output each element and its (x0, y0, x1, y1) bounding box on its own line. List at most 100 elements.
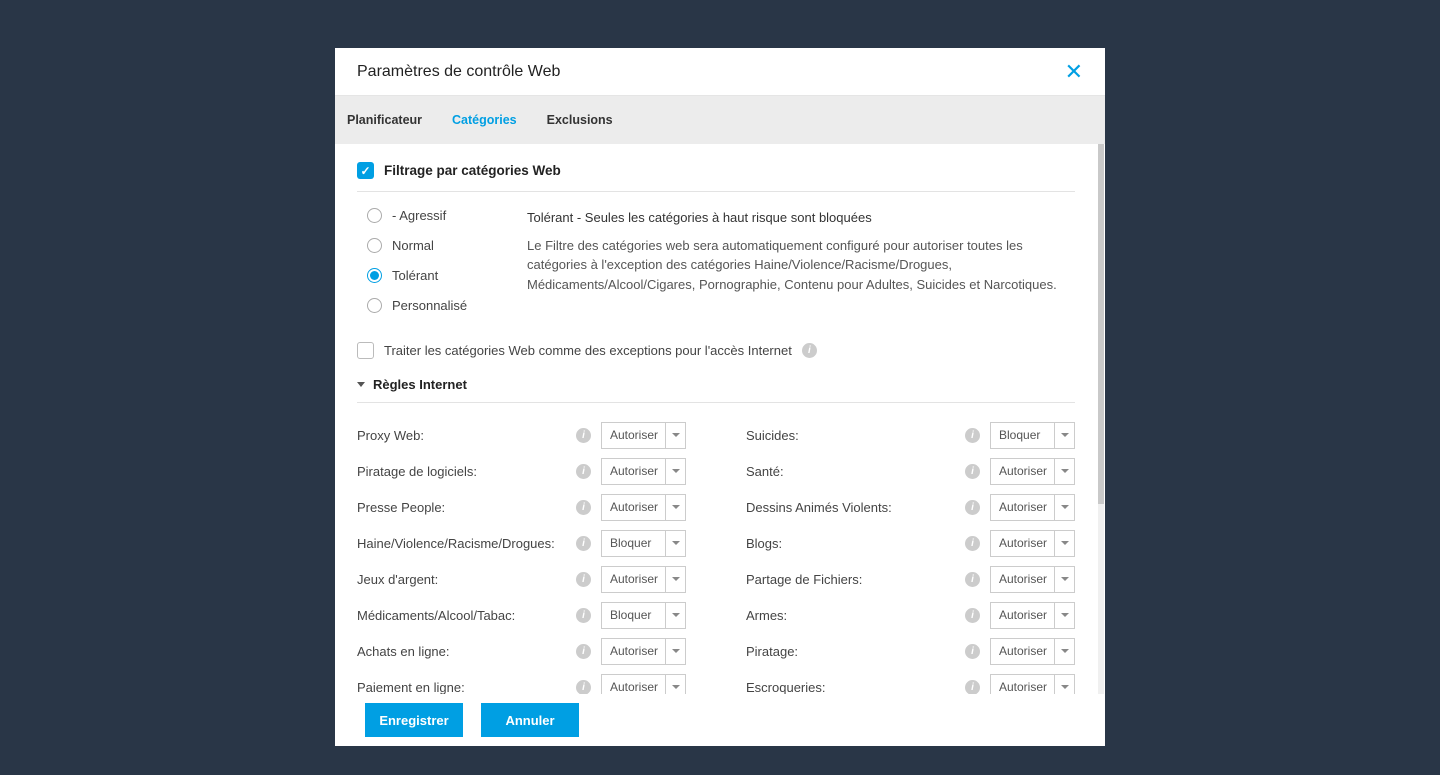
rule-label: Partage de Fichiers: (746, 572, 965, 587)
rule-select[interactable]: Autoriser (601, 422, 686, 449)
rule-label: Dessins Animés Violents: (746, 500, 965, 515)
info-icon[interactable]: i (965, 500, 980, 515)
info-icon[interactable]: i (802, 343, 817, 358)
rule-online-shopping: Achats en ligne: i Autoriser (357, 633, 686, 669)
rule-label: Médicaments/Alcool/Tabac: (357, 608, 576, 623)
select-value: Autoriser (602, 500, 665, 514)
profile-label: Personnalisé (392, 298, 467, 313)
profile-aggressive[interactable]: - Agressif (367, 208, 497, 223)
scrollbar-thumb[interactable] (1098, 144, 1104, 504)
rule-select[interactable]: Autoriser (990, 566, 1075, 593)
info-icon[interactable]: i (965, 536, 980, 551)
modal-footer: Enregistrer Annuler (335, 694, 1105, 746)
cancel-button[interactable]: Annuler (481, 703, 579, 737)
select-button (1054, 459, 1074, 484)
tab-exclusions[interactable]: Exclusions (547, 113, 613, 127)
select-value: Autoriser (991, 608, 1054, 622)
chevron-down-icon (1061, 541, 1069, 545)
save-button[interactable]: Enregistrer (365, 703, 463, 737)
close-icon[interactable]: ✕ (1065, 59, 1083, 85)
rule-label: Jeux d'argent: (357, 572, 576, 587)
select-button (1054, 531, 1074, 556)
rule-select[interactable]: Bloquer (601, 602, 686, 629)
chevron-down-icon (357, 382, 365, 387)
info-icon[interactable]: i (576, 572, 591, 587)
rule-software-piracy: Piratage de logiciels: i Autoriser (357, 453, 686, 489)
rules-left-col: Proxy Web: i Autoriser Piratage de logic… (357, 417, 686, 694)
treat-checkbox[interactable] (357, 342, 374, 359)
rules-grid: Proxy Web: i Autoriser Piratage de logic… (357, 417, 1075, 694)
rules-heading: Règles Internet (373, 377, 467, 392)
rule-select[interactable]: Autoriser (990, 674, 1075, 695)
rule-select[interactable]: Autoriser (990, 494, 1075, 521)
rule-select[interactable]: Autoriser (990, 530, 1075, 557)
info-icon[interactable]: i (576, 680, 591, 695)
rule-label: Achats en ligne: (357, 644, 576, 659)
rule-hacking: Piratage: i Autoriser (746, 633, 1075, 669)
select-button (1054, 603, 1074, 628)
profile-normal[interactable]: Normal (367, 238, 497, 253)
rule-label: Paiement en ligne: (357, 680, 576, 695)
select-value: Autoriser (991, 536, 1054, 550)
tab-categories[interactable]: Catégories (452, 113, 517, 127)
select-value: Bloquer (602, 608, 665, 622)
select-button (665, 603, 685, 628)
select-button (665, 495, 685, 520)
rule-label: Proxy Web: (357, 428, 576, 443)
rule-select[interactable]: Autoriser (990, 638, 1075, 665)
rule-gambling: Jeux d'argent: i Autoriser (357, 561, 686, 597)
rule-violent-cartoons: Dessins Animés Violents: i Autoriser (746, 489, 1075, 525)
profile-tolerant[interactable]: Tolérant (367, 268, 497, 283)
info-icon[interactable]: i (965, 428, 980, 443)
rules-header[interactable]: Règles Internet (357, 377, 1075, 403)
rule-select[interactable]: Autoriser (601, 638, 686, 665)
select-button (665, 567, 685, 592)
info-icon[interactable]: i (576, 644, 591, 659)
profile-custom[interactable]: Personnalisé (367, 298, 497, 313)
rule-select[interactable]: Autoriser (990, 602, 1075, 629)
select-value: Bloquer (991, 428, 1054, 442)
rules-right-col: Suicides: i Bloquer Santé: i Autoriser (746, 417, 1075, 694)
select-value: Bloquer (602, 536, 665, 550)
chevron-down-icon (672, 685, 680, 689)
select-value: Autoriser (602, 428, 665, 442)
select-value: Autoriser (991, 572, 1054, 586)
rule-select[interactable]: Autoriser (990, 458, 1075, 485)
rule-select[interactable]: Autoriser (601, 674, 686, 695)
select-button (665, 459, 685, 484)
radio-icon (367, 238, 382, 253)
info-icon[interactable]: i (576, 428, 591, 443)
rule-weapons: Armes: i Autoriser (746, 597, 1075, 633)
info-icon[interactable]: i (965, 680, 980, 695)
info-icon[interactable]: i (576, 608, 591, 623)
select-button (665, 675, 685, 695)
select-value: Autoriser (602, 680, 665, 694)
chevron-down-icon (1061, 685, 1069, 689)
profile-label: - Agressif (392, 208, 446, 223)
rule-select[interactable]: Bloquer (601, 530, 686, 557)
chevron-down-icon (672, 541, 680, 545)
filter-heading: Filtrage par catégories Web (384, 163, 561, 178)
rule-select[interactable]: Autoriser (601, 566, 686, 593)
tab-scheduler[interactable]: Planificateur (347, 113, 422, 127)
select-value: Autoriser (991, 680, 1054, 694)
info-icon[interactable]: i (576, 464, 591, 479)
info-icon[interactable]: i (965, 464, 980, 479)
profile-desc-title: Tolérant - Seules les catégories à haut … (527, 208, 1075, 228)
info-icon[interactable]: i (965, 572, 980, 587)
info-icon[interactable]: i (965, 644, 980, 659)
filter-enable-checkbox[interactable] (357, 162, 374, 179)
info-icon[interactable]: i (576, 500, 591, 515)
rule-select[interactable]: Autoriser (601, 458, 686, 485)
rule-drugs-alcohol: Médicaments/Alcool/Tabac: i Bloquer (357, 597, 686, 633)
rule-select[interactable]: Bloquer (990, 422, 1075, 449)
chevron-down-icon (1061, 577, 1069, 581)
rule-select[interactable]: Autoriser (601, 494, 686, 521)
select-value: Autoriser (991, 500, 1054, 514)
info-icon[interactable]: i (965, 608, 980, 623)
rule-scams: Escroqueries: i Autoriser (746, 669, 1075, 694)
info-icon[interactable]: i (576, 536, 591, 551)
treat-as-exceptions-row: Traiter les catégories Web comme des exc… (357, 342, 1075, 359)
treat-label: Traiter les catégories Web comme des exc… (384, 343, 792, 358)
radio-icon (367, 298, 382, 313)
